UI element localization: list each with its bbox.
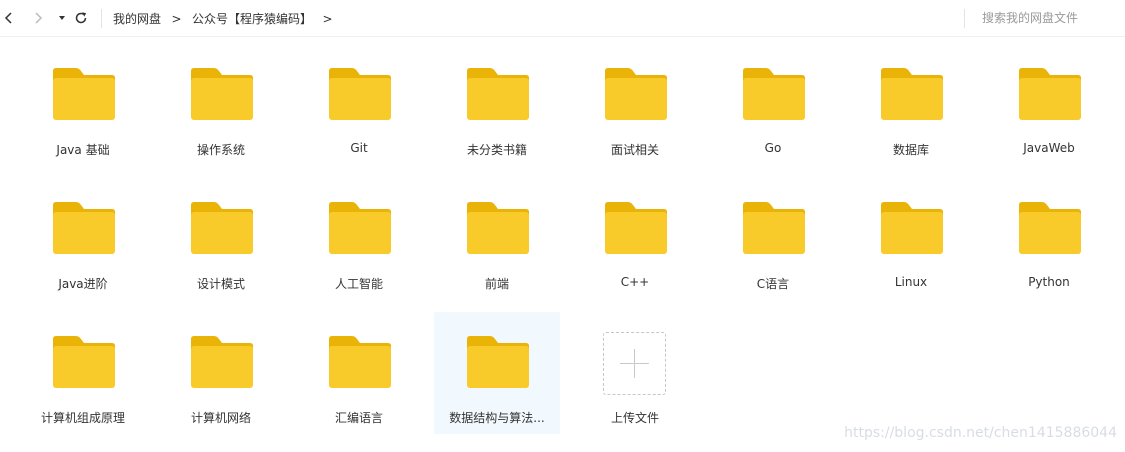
folder-item[interactable]: 人工智能 xyxy=(296,178,422,300)
folder-icon xyxy=(605,202,667,254)
folder-name: 数据结构与算法... xyxy=(449,411,545,425)
folder-icon xyxy=(191,336,253,388)
folder-item[interactable]: Go xyxy=(710,44,836,166)
breadcrumb-separator: > xyxy=(171,11,182,26)
folder-icon xyxy=(329,336,391,388)
breadcrumb: 我的网盘 > 公众号【程序猿编码】 > xyxy=(113,0,343,37)
forward-button[interactable] xyxy=(29,8,47,28)
upload-label: 上传文件 xyxy=(610,411,659,425)
refresh-icon xyxy=(75,12,87,24)
folder-name: Git xyxy=(350,141,368,155)
folder-icon xyxy=(191,202,253,254)
folder-item[interactable]: 面试相关 xyxy=(572,44,698,166)
caret-down-icon xyxy=(59,16,65,20)
folder-icon xyxy=(743,68,805,120)
folder-item[interactable]: C++ xyxy=(572,178,698,300)
folder-item[interactable]: JavaWeb xyxy=(986,44,1112,166)
plus-icon xyxy=(603,332,666,395)
breadcrumb-item-current[interactable]: 公众号【程序猿编码】 xyxy=(192,10,312,27)
watermark: https://blog.csdn.net/chen1415886044 xyxy=(844,425,1117,441)
folder-item[interactable]: 前端 xyxy=(434,178,560,300)
folder-icon xyxy=(53,68,115,120)
folder-icon xyxy=(743,202,805,254)
folder-name: Linux xyxy=(894,275,928,289)
folder-icon xyxy=(191,68,253,120)
upload-file-button[interactable]: 上传文件 xyxy=(572,312,698,434)
folder-item[interactable]: C语言 xyxy=(710,178,836,300)
folder-icon xyxy=(467,336,529,388)
folder-item[interactable]: Git xyxy=(296,44,422,166)
folder-icon xyxy=(329,68,391,120)
search-input[interactable] xyxy=(976,8,1125,28)
folder-name: 计算机网络 xyxy=(190,411,251,425)
folder-item[interactable]: Python xyxy=(986,178,1112,300)
folder-name: Java 基础 xyxy=(56,143,110,157)
breadcrumb-separator: > xyxy=(322,11,333,26)
folder-name: 计算机组成原理 xyxy=(40,411,125,425)
refresh-button[interactable] xyxy=(72,8,90,28)
breadcrumb-item-root[interactable]: 我的网盘 xyxy=(113,10,161,27)
folder-name: C语言 xyxy=(756,277,790,291)
folder-name: 操作系统 xyxy=(196,143,245,157)
folder-name: 汇编语言 xyxy=(334,411,383,425)
folder-name: Java进阶 xyxy=(58,277,108,291)
folder-item[interactable]: Linux xyxy=(848,178,974,300)
plus-icon-vertical xyxy=(634,349,635,378)
folder-item[interactable]: 数据库 xyxy=(848,44,974,166)
toolbar: 我的网盘 > 公众号【程序猿编码】 > xyxy=(0,0,1125,37)
folder-name: Go xyxy=(764,141,782,155)
chevron-left-icon xyxy=(4,12,12,24)
folder-icon xyxy=(467,68,529,120)
folder-icon xyxy=(1019,202,1081,254)
folder-name: 未分类书籍 xyxy=(466,143,527,157)
folder-name: Python xyxy=(1028,275,1070,289)
folder-icon xyxy=(605,68,667,120)
folder-name: 人工智能 xyxy=(334,277,383,291)
folder-name: C++ xyxy=(620,275,650,289)
folder-icon xyxy=(53,202,115,254)
folder-icon xyxy=(329,202,391,254)
folder-icon xyxy=(53,336,115,388)
back-button[interactable] xyxy=(0,8,18,28)
folder-icon xyxy=(881,202,943,254)
folder-name: JavaWeb xyxy=(1023,141,1075,155)
folder-name: 设计模式 xyxy=(196,277,245,291)
history-dropdown-button[interactable] xyxy=(53,8,71,28)
folder-name: 面试相关 xyxy=(610,143,659,157)
folder-item[interactable]: 汇编语言 xyxy=(296,312,422,434)
folder-item[interactable]: 计算机组成原理 xyxy=(20,312,146,434)
folder-name: 数据库 xyxy=(892,143,929,157)
folder-item[interactable]: 计算机网络 xyxy=(158,312,284,434)
folder-name: 前端 xyxy=(484,277,509,291)
search-divider xyxy=(964,9,965,28)
folder-icon xyxy=(1019,68,1081,120)
folder-item[interactable]: 设计模式 xyxy=(158,178,284,300)
folder-item[interactable]: Java 基础 xyxy=(20,44,146,166)
folder-icon xyxy=(467,202,529,254)
toolbar-divider xyxy=(101,9,102,28)
chevron-right-icon xyxy=(35,12,43,24)
folder-item[interactable]: Java进阶 xyxy=(20,178,146,300)
folder-item[interactable]: 未分类书籍 xyxy=(434,44,560,166)
folder-icon xyxy=(881,68,943,120)
folder-item[interactable]: 操作系统 xyxy=(158,44,284,166)
folder-item[interactable]: 数据结构与算法... xyxy=(434,312,560,434)
